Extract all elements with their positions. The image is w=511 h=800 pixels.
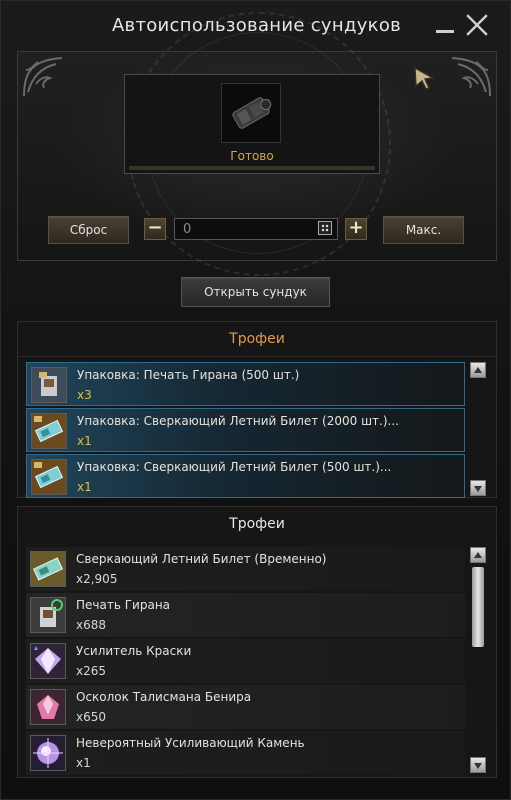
- scroll-thumb[interactable]: [472, 567, 484, 647]
- mouse-cursor-icon: [413, 66, 437, 92]
- summer-ticket-icon: [30, 551, 66, 587]
- close-icon: [466, 14, 488, 36]
- quantity-input[interactable]: [174, 218, 338, 240]
- open-chest-button[interactable]: Открыть сундук: [181, 277, 330, 307]
- enhance-stone-icon: [30, 735, 66, 771]
- chest-list-panel: Трофеи Упаковка: Печать Гирана (500 шт.)…: [17, 321, 497, 498]
- chest-list-scrollbar[interactable]: [470, 362, 486, 496]
- close-button[interactable]: [465, 13, 489, 37]
- minimize-button[interactable]: [433, 13, 457, 37]
- chest-icon: [221, 83, 281, 143]
- reset-button[interactable]: Сброс: [48, 216, 129, 244]
- list-item[interactable]: Упаковка: Печать Гирана (500 шт.) x3: [26, 362, 465, 406]
- trophy-list-header: Трофеи: [229, 516, 285, 532]
- item-quantity: x265: [76, 664, 107, 678]
- list-item[interactable]: Упаковка: Сверкающий Летний Билет (2000 …: [26, 408, 465, 452]
- summer-ticket-pack-icon: [31, 413, 67, 449]
- trophy-list-scrollbar[interactable]: [470, 547, 486, 773]
- item-name: Осколок Талисмана Бенира: [76, 690, 252, 704]
- chest-list-header: Трофеи: [18, 322, 496, 357]
- chest-slot[interactable]: Готово: [124, 74, 380, 174]
- list-item[interactable]: Осколок Талисмана Бенира x650: [26, 685, 465, 729]
- list-item[interactable]: Печать Гирана x688: [26, 593, 465, 637]
- item-name: Усилитель Краски: [76, 644, 192, 658]
- decrease-button[interactable]: −: [144, 218, 166, 240]
- ornament-corner-icon: [20, 54, 66, 100]
- item-name: Упаковка: Сверкающий Летний Билет (2000 …: [77, 414, 399, 428]
- giran-seal-pack-icon: [31, 367, 67, 403]
- item-quantity: x3: [77, 388, 92, 402]
- chest-progress-bar: [129, 166, 375, 170]
- list-item[interactable]: Сверкающий Летний Билет (Временно) x2,90…: [26, 547, 465, 591]
- item-quantity: x688: [76, 618, 107, 632]
- scroll-up-icon[interactable]: [470, 547, 486, 563]
- keypad-icon[interactable]: [318, 221, 332, 235]
- item-quantity: x650: [76, 710, 107, 724]
- list-item[interactable]: Усилитель Краски x265: [26, 639, 465, 683]
- item-name: Невероятный Усиливающий Камень: [76, 736, 305, 750]
- max-button[interactable]: Макс.: [383, 216, 464, 244]
- ornament-corner-icon: [448, 54, 494, 100]
- talisman-shard-icon: [30, 689, 66, 725]
- item-name: Печать Гирана: [76, 598, 171, 612]
- item-name: Сверкающий Летний Билет (Временно): [76, 552, 327, 566]
- list-item[interactable]: Упаковка: Сверкающий Летний Билет (500 ш…: [26, 454, 465, 498]
- item-quantity: x1: [76, 756, 91, 770]
- item-quantity: x1: [77, 434, 92, 448]
- scroll-down-icon[interactable]: [470, 757, 486, 773]
- summer-ticket-pack-icon: [31, 459, 67, 495]
- item-quantity: x2,905: [76, 572, 118, 586]
- trophy-list-panel: Трофеи Сверкающий Летний Билет (Временно…: [17, 506, 497, 778]
- chest-status: Готово: [230, 149, 274, 163]
- giran-seal-icon: [30, 597, 66, 633]
- chest-auto-use-window: Автоиспользование сундуков Готово Сброс …: [0, 0, 511, 800]
- scroll-up-icon[interactable]: [470, 362, 486, 378]
- increase-button[interactable]: +: [345, 218, 367, 240]
- item-name: Упаковка: Сверкающий Летний Билет (500 ш…: [77, 460, 392, 474]
- item-name: Упаковка: Печать Гирана (500 шт.): [77, 368, 300, 382]
- dye-booster-icon: [30, 643, 66, 679]
- list-item[interactable]: Невероятный Усиливающий Камень x1: [26, 731, 465, 775]
- item-quantity: x1: [77, 480, 92, 494]
- scroll-down-icon[interactable]: [470, 480, 486, 496]
